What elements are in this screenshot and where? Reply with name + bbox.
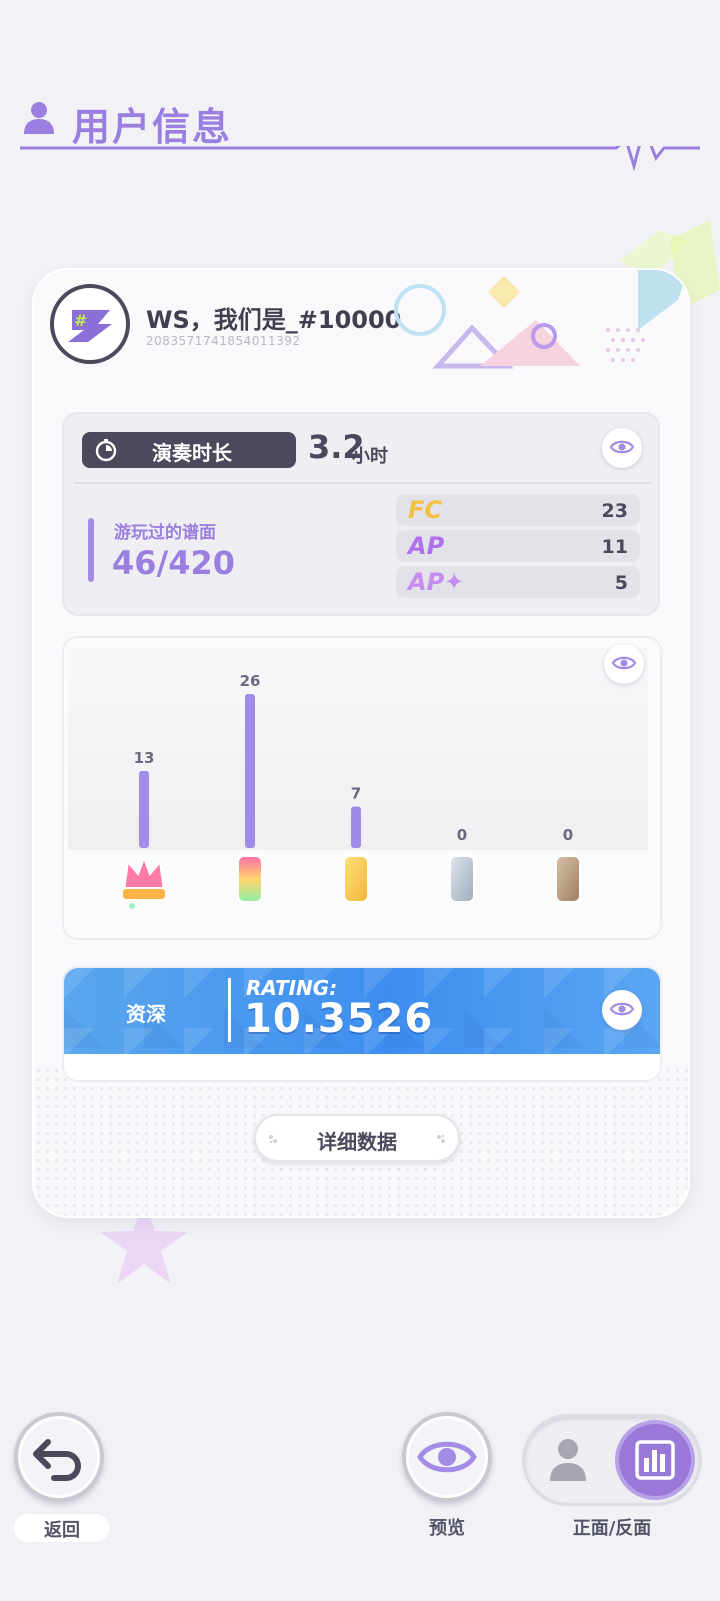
fc-count: 23 bbox=[601, 500, 628, 522]
rating-separator bbox=[228, 978, 231, 1042]
playtime-unit: 小时 bbox=[352, 446, 388, 467]
back-label: 返回 bbox=[44, 1520, 80, 1541]
silver-medal-icon bbox=[449, 855, 475, 903]
front-back-label: 正面/反面 bbox=[572, 1518, 652, 1539]
chart-value-label-rainbow: 26 bbox=[240, 672, 261, 690]
user-profile-card: # WS，我们是_#10000 2083571741854011392 演奏时长… bbox=[34, 270, 688, 1216]
bronze-medal-icon bbox=[555, 855, 581, 903]
rainbow-crown-medal-icon bbox=[121, 855, 167, 909]
ap-plus-badge: AP✦ bbox=[408, 568, 465, 596]
playtime-label: 演奏时长 bbox=[152, 441, 232, 465]
chart-value-label-bronze: 0 bbox=[563, 826, 573, 844]
eye-icon bbox=[417, 1441, 477, 1473]
profile-front-icon[interactable] bbox=[547, 1437, 589, 1483]
person-icon bbox=[24, 102, 54, 134]
chart-bar-gold bbox=[351, 806, 361, 848]
ap-count: 11 bbox=[601, 536, 628, 558]
avatar[interactable]: # bbox=[50, 284, 130, 364]
eye-icon bbox=[610, 440, 634, 454]
chart-value-label-rainbow-crown: 13 bbox=[134, 749, 155, 767]
rating-panel: 资深 RATING: 10.3526 bbox=[62, 966, 662, 1082]
play-stats-panel: 演奏时长 3.2 小时 游玩过的谱面 46/420 FC 23 AP 11 AP… bbox=[62, 412, 660, 616]
stats-back-option[interactable] bbox=[615, 1420, 695, 1500]
user-name: WS，我们是_#10000 bbox=[146, 306, 402, 334]
page-header: 用户信息 bbox=[20, 96, 700, 172]
rating-level: 资深 bbox=[126, 1002, 166, 1026]
svg-text:#: # bbox=[74, 311, 87, 330]
back-button[interactable] bbox=[14, 1412, 104, 1502]
rating-band: 资深 RATING: 10.3526 bbox=[64, 968, 660, 1054]
toggle-visibility-button[interactable] bbox=[602, 428, 642, 468]
achievement-ap-row: AP 11 bbox=[396, 530, 640, 562]
dots-icon bbox=[437, 1134, 445, 1143]
user-id: 2083571741854011392 bbox=[146, 334, 301, 348]
divider bbox=[74, 482, 652, 484]
undo-arrow-icon bbox=[33, 1439, 81, 1481]
avatar-badge-icon: # bbox=[58, 292, 122, 356]
details-button-label: 详细数据 bbox=[317, 1130, 397, 1154]
page-title: 用户信息 bbox=[72, 105, 233, 149]
gold-medal-icon bbox=[343, 855, 369, 903]
rainbow-medal-icon bbox=[237, 855, 263, 903]
achievement-ap-plus-row: AP✦ 5 bbox=[396, 566, 640, 598]
heartbeat-divider bbox=[20, 146, 700, 172]
preview-label: 预览 bbox=[429, 1518, 465, 1539]
chart-bar-rainbow-crown bbox=[139, 771, 149, 848]
achievement-fc-row: FC 23 bbox=[396, 494, 640, 526]
stopwatch-icon bbox=[95, 439, 117, 462]
details-button[interactable]: 详细数据 bbox=[254, 1114, 460, 1162]
chart-bar-rainbow bbox=[245, 694, 255, 848]
chart-value-label-silver: 0 bbox=[457, 826, 467, 844]
fc-badge: FC bbox=[408, 496, 443, 524]
preview-button[interactable] bbox=[402, 1412, 492, 1502]
rating-value: 10.3526 bbox=[244, 996, 434, 1042]
accent-bar bbox=[88, 518, 94, 582]
ap-plus-count: 5 bbox=[614, 572, 628, 594]
playtime-label-pill: 演奏时长 bbox=[82, 432, 296, 468]
clear-medal-bar-chart: 13 26 7 0 0 bbox=[121, 672, 581, 909]
card-geometric-decoration bbox=[394, 270, 688, 369]
played-charts-label: 游玩过的谱面 bbox=[114, 523, 216, 543]
toggle-visibility-button[interactable] bbox=[602, 990, 642, 1030]
played-charts-value: 46/420 bbox=[112, 544, 236, 582]
ap-badge: AP bbox=[408, 532, 445, 560]
chart-value-label-gold: 7 bbox=[351, 785, 361, 803]
bar-chart-icon bbox=[635, 1440, 675, 1480]
front-back-toggle[interactable] bbox=[522, 1414, 702, 1506]
eye-icon bbox=[610, 1002, 634, 1016]
clear-medal-chart-panel: 13 26 7 0 0 bbox=[62, 636, 662, 940]
